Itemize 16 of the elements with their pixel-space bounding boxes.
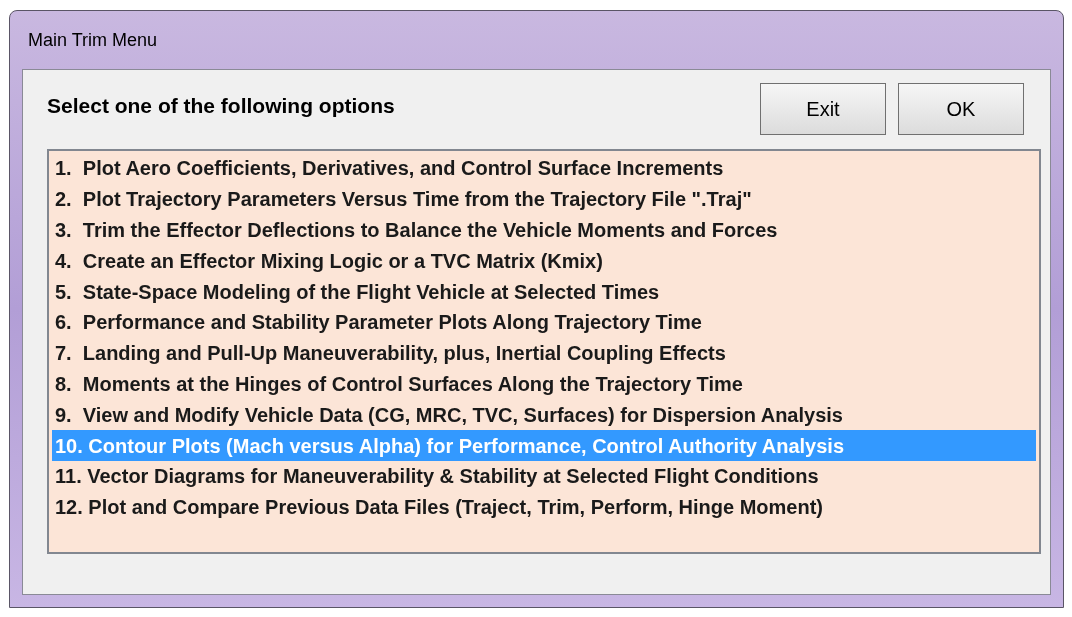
option-item[interactable]: 11. Vector Diagrams for Maneuverability & Stability at Selected Flight Conditions [52, 460, 1036, 492]
exit-button[interactable]: Exit [760, 83, 886, 135]
option-item[interactable]: 1. Plot Aero Coefficients, Derivatives, and Control Surface Increments [52, 153, 1036, 184]
options-list[interactable] [47, 149, 1041, 554]
option-item[interactable]: 6. Performance and Stability Parameter Plots Along Trajectory Time [52, 307, 1036, 338]
option-item[interactable]: 7. Landing and Pull-Up Maneuverability, plus, Inertial Coupling Effects [52, 337, 1036, 369]
option-item[interactable]: 8. Moments at the Hinges of Control Surfaces Along the Trajectory Time [52, 368, 1036, 400]
option-item[interactable]: 12. Plot and Compare Previous Data Files (Traject, Trim, Perform, Hinge Moment) [52, 491, 1036, 523]
window-title: Main Trim Menu [28, 28, 158, 52]
ok-button[interactable]: OK [898, 83, 1024, 135]
option-item[interactable]: 3. Trim the Effector Deflections to Balance the Vehicle Moments and Forces [52, 214, 1036, 246]
option-item[interactable]: 4. Create an Effector Mixing Logic or a TVC Matrix (Kmix) [52, 245, 1036, 277]
option-item[interactable]: 5. State-Space Modeling of the Flight Vehicle at Selected Times [52, 276, 1036, 307]
heading: Select one of the following options [47, 93, 396, 120]
option-item[interactable]: 2. Plot Trajectory Parameters Versus Time from the Trajectory File ".Traj" [52, 183, 1036, 215]
option-item[interactable]: 9. View and Modify Vehicle Data (CG, MRC, TVC, Surfaces) for Dispersion Analysis [52, 399, 1036, 431]
